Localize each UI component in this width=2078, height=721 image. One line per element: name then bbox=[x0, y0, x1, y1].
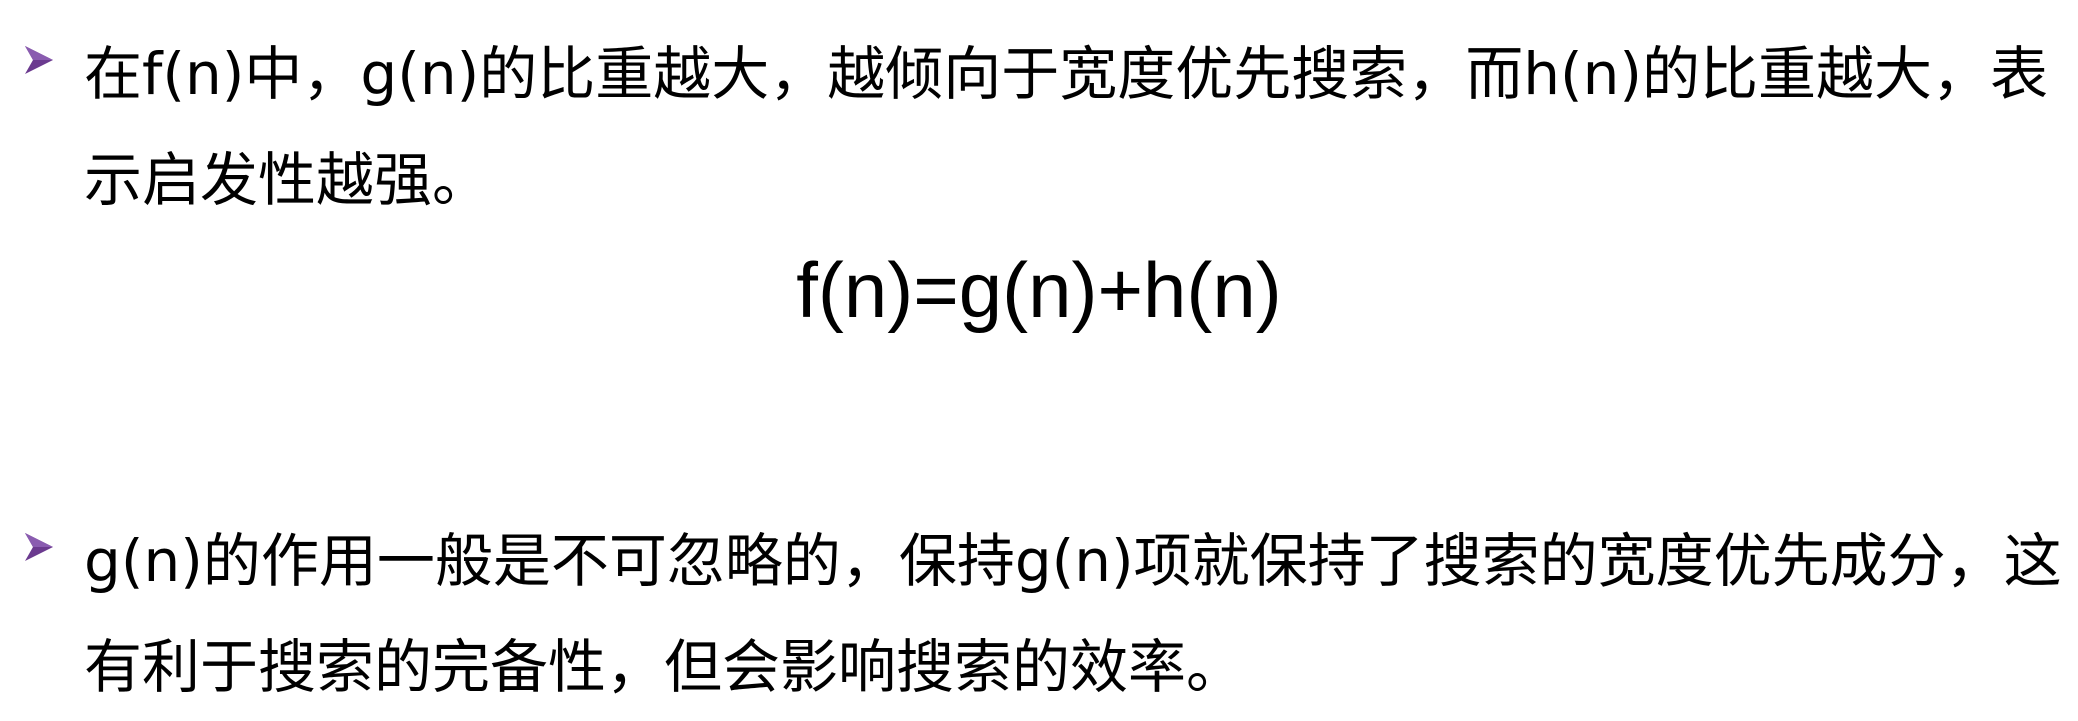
triangle-arrow-bullet-icon bbox=[25, 46, 53, 74]
bullet-text-1: 在f(n)中，g(n)的比重越大，越倾向于宽度优先搜索，而h(n)的比重越大，表… bbox=[84, 40, 2049, 214]
slide: 在f(n)中，g(n)的比重越大，越倾向于宽度优先搜索，而h(n)的比重越大，表… bbox=[0, 0, 2078, 721]
formula: f(n)=g(n)+h(n) bbox=[796, 246, 1282, 334]
bullet-text-2: g(n)的作用一般是不可忽略的，保持g(n)项就保持了搜索的宽度优先成分，这有利… bbox=[84, 527, 2062, 701]
triangle-arrow-bullet-icon bbox=[25, 533, 53, 561]
